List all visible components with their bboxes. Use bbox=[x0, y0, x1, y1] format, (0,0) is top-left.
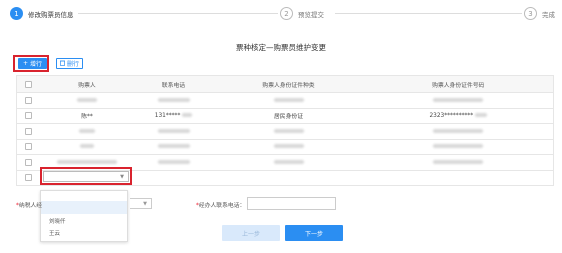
id-number-text: 2323********** bbox=[429, 112, 474, 119]
contact-phone-label-text: 经办人联系电话： bbox=[198, 203, 246, 209]
row-checkbox[interactable] bbox=[25, 143, 33, 151]
redacted-text bbox=[57, 159, 117, 164]
id-type-cell bbox=[213, 92, 364, 109]
redacted-text bbox=[157, 144, 190, 149]
chevron-down-icon: ▼ bbox=[143, 201, 147, 207]
id-type-cell bbox=[213, 139, 364, 155]
plus-icon: + bbox=[22, 60, 28, 67]
buyer-select[interactable]: ▼ bbox=[43, 171, 129, 182]
contact-phone-input[interactable] bbox=[247, 197, 336, 210]
taxpayer-label-text: 纳税人经 bbox=[18, 203, 43, 209]
phone-text: 131***** bbox=[154, 112, 181, 119]
redacted-text bbox=[273, 144, 304, 149]
step-2-number: 2 bbox=[280, 7, 293, 20]
delete-row-button[interactable]: 删行 bbox=[56, 58, 83, 69]
phone-cell bbox=[133, 92, 214, 109]
table-header-row: 购票人 联系电话 购票人身份证件种类 购票人身份证件号码 bbox=[16, 75, 554, 93]
id-number-cell bbox=[363, 123, 554, 140]
dropdown-option[interactable]: 刘晓仟 bbox=[49, 217, 66, 225]
step-2-label: 预览提交 bbox=[298, 10, 324, 19]
table-row[interactable] bbox=[16, 123, 554, 140]
add-row-label: 增行 bbox=[30, 61, 43, 68]
redacted-text bbox=[433, 97, 484, 102]
row-checkbox[interactable] bbox=[25, 112, 33, 120]
id-number-cell bbox=[363, 92, 554, 109]
id-type-cell bbox=[213, 123, 364, 140]
id-number-cell bbox=[363, 154, 554, 171]
phone-cell bbox=[133, 123, 214, 140]
chevron-down-icon: ▼ bbox=[120, 174, 124, 180]
phone-cell: 131***** bbox=[133, 108, 214, 124]
row-checkbox[interactable] bbox=[25, 158, 33, 166]
redacted-text bbox=[79, 128, 95, 133]
taxpayer-select[interactable]: ▼ bbox=[130, 198, 152, 209]
redacted-text bbox=[433, 159, 484, 164]
redacted-text bbox=[273, 128, 304, 133]
row-checkbox[interactable] bbox=[25, 127, 33, 135]
redacted-text bbox=[77, 97, 97, 102]
redacted-text bbox=[475, 113, 488, 118]
next-step-button[interactable]: 下一步 bbox=[285, 225, 343, 241]
buyer-cell bbox=[40, 92, 134, 109]
id-number-cell: 2323********** bbox=[363, 108, 554, 124]
trash-icon bbox=[59, 60, 65, 68]
column-header: 购票人身份证件号码 bbox=[363, 75, 554, 93]
taxpayer-label: *纳税人经 bbox=[16, 200, 42, 209]
buyer-cell bbox=[40, 139, 134, 155]
redacted-text bbox=[80, 144, 94, 149]
step-1: 1 修改购票员信息 bbox=[10, 7, 74, 20]
phone-cell bbox=[133, 154, 214, 171]
table-row[interactable] bbox=[16, 92, 554, 109]
step-3-number: 3 bbox=[524, 7, 537, 20]
dropdown-option-highlighted[interactable] bbox=[41, 201, 127, 214]
step-1-number: 1 bbox=[10, 7, 23, 20]
redacted-text bbox=[182, 113, 193, 118]
phone-cell bbox=[133, 139, 214, 155]
progress-steps: 1 修改购票员信息 2 预览提交 3 完成 bbox=[10, 7, 555, 23]
step-1-label: 修改购票员信息 bbox=[28, 10, 74, 19]
step-divider bbox=[78, 13, 278, 14]
buyer-dropdown-list: 刘晓仟 王云 bbox=[40, 190, 128, 242]
buyer-cell bbox=[40, 123, 134, 140]
row-checkbox[interactable] bbox=[25, 174, 33, 182]
select-all-cell[interactable] bbox=[16, 75, 41, 93]
page-title: 票种核定—购票员维护变更 bbox=[236, 43, 326, 52]
select-all-checkbox[interactable] bbox=[25, 80, 33, 88]
previous-step-button[interactable]: 上一步 bbox=[222, 225, 280, 241]
id-type-cell bbox=[213, 154, 364, 171]
column-header: 联系电话 bbox=[133, 75, 214, 93]
step-3: 3 完成 bbox=[524, 7, 555, 20]
contact-phone-label: *经办人联系电话： bbox=[196, 200, 245, 209]
add-row-button[interactable]: + 增行 bbox=[18, 58, 47, 69]
id-number-cell bbox=[363, 139, 554, 155]
row-checkbox[interactable] bbox=[25, 96, 33, 104]
delete-row-label: 删行 bbox=[66, 61, 79, 68]
redacted-text bbox=[273, 97, 304, 102]
table-row[interactable] bbox=[16, 139, 554, 155]
redacted-text bbox=[433, 128, 484, 133]
buyer-cell: 陈** bbox=[40, 108, 134, 124]
column-header: 购票人身份证件种类 bbox=[213, 75, 364, 93]
step-3-label: 完成 bbox=[542, 10, 555, 19]
redacted-text bbox=[157, 128, 190, 133]
redacted-text bbox=[157, 159, 190, 164]
redacted-text bbox=[157, 97, 190, 102]
id-type-cell: 居民身份证 bbox=[213, 108, 364, 124]
redacted-text bbox=[433, 144, 484, 149]
dropdown-option[interactable]: 王云 bbox=[49, 229, 60, 237]
step-divider bbox=[335, 13, 522, 14]
column-header: 购票人 bbox=[40, 75, 134, 93]
table-row[interactable]: 陈** 131***** 居民身份证 2323********** bbox=[16, 108, 554, 124]
redacted-text bbox=[273, 159, 304, 164]
step-2: 2 预览提交 bbox=[280, 7, 324, 20]
